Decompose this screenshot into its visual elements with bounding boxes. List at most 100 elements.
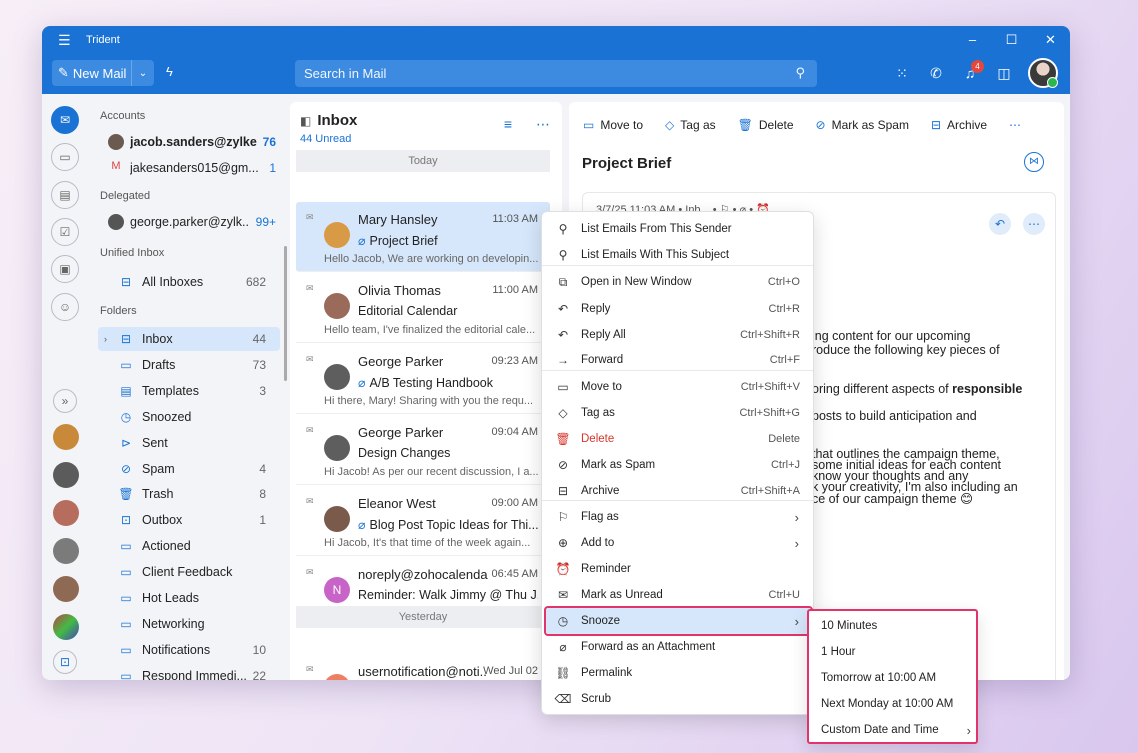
menu-item-list-with-subject[interactable]: ⚲ List Emails With This Subject	[546, 242, 811, 268]
rail-contact-avatar[interactable]	[53, 424, 79, 450]
folder-actioned[interactable]: ▭ Actioned	[98, 534, 280, 558]
folder-networking[interactable]: ▭ Networking	[98, 612, 280, 636]
main-toolbar: ✎ New Mail ⌄ ϟ Search in Mail ⚲ ⁙ ✆ ♫ 4 ◫	[42, 54, 1070, 94]
new-mail-button[interactable]: ✎ New Mail ⌄	[52, 60, 154, 86]
reply-icon[interactable]: ↶	[989, 213, 1011, 235]
expand-arrow-icon[interactable]: ›	[104, 334, 107, 344]
folder-inbox[interactable]: › ⊟ Inbox 44	[98, 327, 280, 351]
notifications-bell-icon[interactable]: ♫ 4	[960, 60, 984, 81]
hamburger-menu-icon[interactable]: ☰	[58, 32, 72, 49]
menu-item-open-new-window[interactable]: ⧉ Open in New Window Ctrl+O	[546, 269, 811, 295]
maximize-icon[interactable]: ☐	[992, 26, 1031, 54]
chat-app-icon[interactable]: ▭	[51, 143, 79, 171]
more-icon[interactable]: ⋯	[1023, 213, 1045, 235]
snooze-custom[interactable]: Custom Date and Time ›	[821, 717, 971, 743]
menu-item-list-from-sender[interactable]: ⚲ List Emails From This Sender	[546, 216, 811, 242]
menu-item-scrub[interactable]: ⌫ Scrub	[546, 686, 811, 712]
account-item[interactable]: jacob.sanders@zylke... 76	[100, 134, 276, 150]
unread-count[interactable]: 44 Unread	[300, 133, 351, 145]
minimize-icon[interactable]: –	[953, 26, 992, 54]
menu-item-forward[interactable]: → Forward Ctrl+F	[546, 347, 811, 373]
folder-snoozed[interactable]: ◷ Snoozed	[98, 405, 280, 429]
all-inboxes-item[interactable]: ⊟ All Inboxes 682	[98, 270, 280, 294]
rail-bottom-icon[interactable]: ⊡	[53, 650, 77, 674]
menu-item-reply[interactable]: ↶ Reply Ctrl+R	[546, 296, 811, 322]
folder-respond-immediately[interactable]: ▭ Respond Immedi... 22	[98, 664, 280, 680]
delete-button[interactable]: 🗑 Delete	[738, 118, 794, 132]
notes-app-icon[interactable]: ▣	[51, 255, 79, 283]
folder-trash[interactable]: 🗑 Trash 8	[98, 482, 280, 506]
move-to-button[interactable]: ▭ Move to	[583, 118, 643, 132]
apps-grid-icon[interactable]: ⁙	[892, 65, 912, 82]
move-to-icon: ▭	[557, 380, 569, 394]
menu-item-move-to[interactable]: ▭ Move to Ctrl+Shift+V	[546, 374, 811, 400]
folder-sent[interactable]: ⊳ Sent	[98, 431, 280, 455]
mail-list-item[interactable]: ✉ George Parker 09:23 AM ⌀ A/B Testing Handb…	[296, 344, 550, 414]
rail-contact-avatar[interactable]	[53, 576, 79, 602]
rail-contact-avatar[interactable]	[53, 538, 79, 564]
menu-item-add-to[interactable]: ⊕ Add to ›	[546, 530, 811, 556]
quick-actions-icon[interactable]: ϟ	[166, 64, 173, 79]
tasks-app-icon[interactable]: ☑	[51, 218, 79, 246]
share-icon[interactable]: ⋈	[1024, 152, 1044, 172]
menu-item-archive[interactable]: ⊟ Archive Ctrl+Shift+A	[546, 478, 811, 504]
more-options-icon[interactable]: ⋯	[536, 116, 550, 133]
add-to-icon: ⊕	[557, 536, 569, 550]
menu-item-permalink[interactable]: ⛓ Permalink	[546, 660, 811, 686]
rail-contact-avatar[interactable]	[53, 500, 79, 526]
folder-outbox[interactable]: ⊡ Outbox 1	[98, 508, 280, 532]
rail-contact-avatar[interactable]	[53, 462, 79, 488]
snooze-next-monday[interactable]: Next Monday at 10:00 AM	[821, 691, 971, 717]
mail-list-item[interactable]: ✉Uusernotification@noti...Wed Jul 02Even…	[296, 654, 550, 680]
account-item[interactable]: M jakesanders015@gm... 1	[100, 160, 276, 176]
menu-item-flag-as[interactable]: ⚐ Flag as ›	[546, 504, 811, 530]
folder-scrollbar[interactable]	[284, 246, 287, 381]
snooze-10-minutes[interactable]: 10 Minutes	[821, 613, 971, 639]
mail-list-item[interactable]: ✉ Mary Hansley 11:03 AM ⌀ Project Brief Hello…	[296, 202, 550, 272]
mail-list-item[interactable]: ✉ George Parker 09:04 AM Design Changes Hi J…	[296, 415, 550, 485]
user-avatar[interactable]	[1028, 58, 1058, 88]
phone-icon[interactable]: ✆	[926, 65, 946, 82]
new-mail-dropdown-icon[interactable]: ⌄	[132, 68, 154, 79]
folder-hot-leads[interactable]: ▭ Hot Leads	[98, 586, 280, 610]
list-title: ◧ Inbox	[300, 112, 358, 129]
folder-notifications[interactable]: ▭ Notifications 10	[98, 638, 280, 662]
folder-drafts[interactable]: ▭ Drafts 73	[98, 353, 280, 377]
menu-item-delete[interactable]: 🗑 Delete Delete	[546, 426, 811, 452]
folder-client-feedback[interactable]: ▭ Client Feedback	[98, 560, 280, 584]
menu-item-tag-as[interactable]: ◇ Tag as Ctrl+Shift+G	[546, 400, 811, 426]
tag-as-button[interactable]: ◇ Tag as	[665, 118, 716, 132]
folder-spam[interactable]: ⊘ Spam 4	[98, 457, 280, 481]
archive-button[interactable]: ⊟ Archive	[931, 118, 987, 132]
snooze-tomorrow[interactable]: Tomorrow at 10:00 AM	[821, 665, 971, 691]
sender-avatar	[324, 293, 350, 319]
mail-app-icon[interactable]: ✉	[51, 106, 79, 134]
expand-rail-icon[interactable]: »	[53, 389, 77, 413]
menu-item-snooze[interactable]: ◷ Snooze ›	[544, 606, 813, 636]
mail-list-item[interactable]: ✉ Eleanor West 09:00 AM ⌀ Blog Post Topic Id…	[296, 486, 550, 556]
menu-item-reply-all[interactable]: ↶ Reply All Ctrl+Shift+R	[546, 322, 811, 348]
mail-list-item[interactable]: ✉ Olivia Thomas 11:00 AM Editorial Calendar…	[296, 273, 550, 343]
delegated-account-item[interactable]: george.parker@zylk... 99+	[100, 214, 276, 230]
search-icon[interactable]: ⚲	[795, 65, 805, 81]
menu-item-reminder[interactable]: ⏰ Reminder	[546, 556, 811, 582]
folder-templates[interactable]: ▤ Templates 3	[98, 379, 280, 403]
folder-name: Actioned	[142, 539, 191, 554]
mail-subject: ⌀ A/B Testing Handbook	[358, 376, 493, 390]
search-input[interactable]: Search in Mail ⚲	[295, 60, 817, 87]
panel-toggle-icon[interactable]: ◫	[994, 65, 1014, 82]
filter-icon[interactable]: ≡	[504, 116, 512, 133]
window-controls: – ☐ ✕	[953, 26, 1070, 54]
mark-spam-button[interactable]: ⊘ Mark as Spam	[816, 118, 909, 132]
more-actions-icon[interactable]: ⋯	[1009, 118, 1021, 132]
snooze-1-hour[interactable]: 1 Hour	[821, 639, 971, 665]
mail-time: 11:03 AM	[492, 213, 538, 225]
contacts-app-icon[interactable]: ☺	[51, 293, 79, 321]
calendar-app-icon[interactable]: ▤	[51, 181, 79, 209]
menu-item-forward-attachment[interactable]: ⌀ Forward as an Attachment	[546, 634, 811, 660]
close-icon[interactable]: ✕	[1031, 26, 1070, 54]
list-collapse-icon[interactable]: ◧	[300, 114, 311, 128]
menu-item-mark-spam[interactable]: ⊘ Mark as Spam Ctrl+J	[546, 452, 811, 478]
rail-contact-avatar[interactable]	[53, 614, 79, 640]
menu-item-mark-unread[interactable]: ✉ Mark as Unread Ctrl+U	[546, 582, 811, 608]
